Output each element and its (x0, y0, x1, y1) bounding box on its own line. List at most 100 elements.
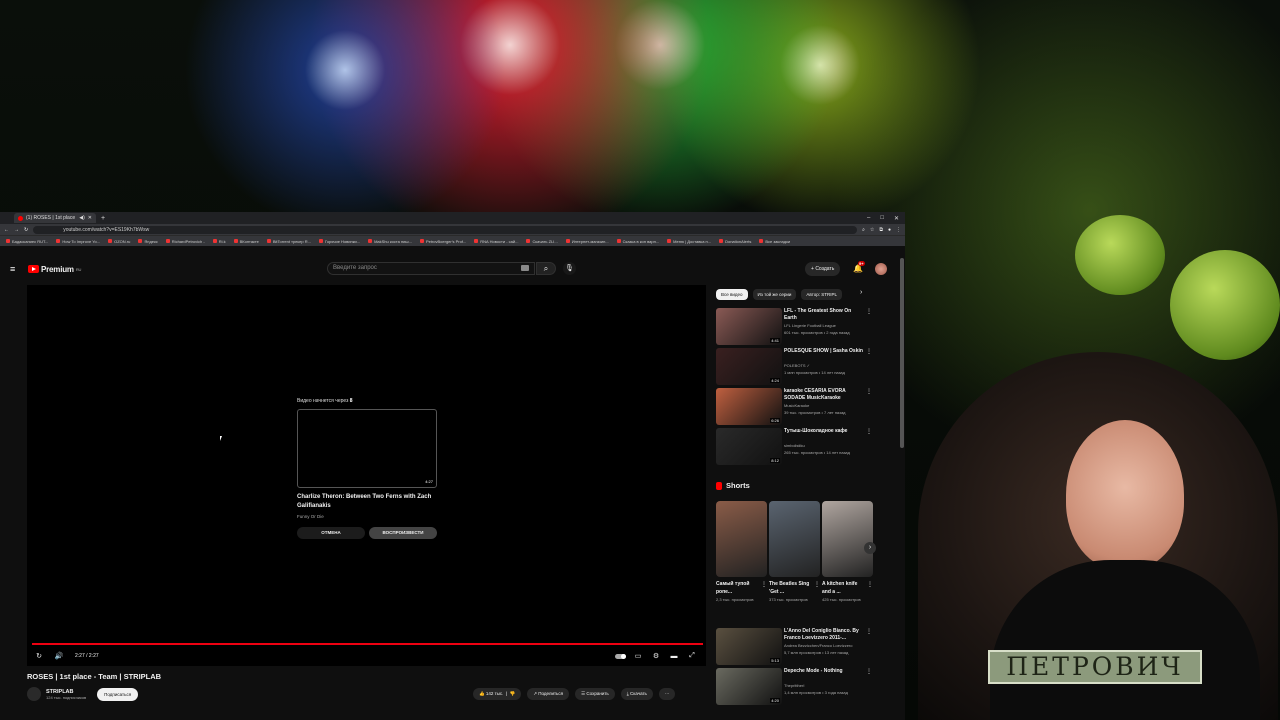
short-title[interactable]: Самый тупой ропе... (716, 580, 760, 596)
tab-close-icon[interactable]: ✕ (88, 215, 92, 221)
video-title[interactable]: Тутыш-Шоколадное кафе (784, 428, 864, 435)
chips-next-icon[interactable]: › (860, 289, 862, 296)
more-options-icon[interactable]: ⋮ (866, 348, 872, 355)
video-thumbnail[interactable]: 4:24 (716, 348, 782, 385)
more-options-icon[interactable]: ⋮ (866, 428, 872, 435)
more-options-icon[interactable]: ⋮ (866, 308, 872, 315)
recommendation-item[interactable]: 5:13 L'Anno Del Coniglio Bianco. By Franc… (716, 628, 876, 665)
recommendation-item[interactable]: 4:20 Depeche Mode - Nothing TheprittherI 1,… (716, 668, 876, 705)
short-title[interactable]: A kitchen knife and a ... (822, 580, 866, 596)
bookmark-item[interactable]: PetrovBoerger's Prof... (419, 239, 466, 244)
more-options-icon[interactable]: ⋮ (867, 581, 873, 588)
search-input[interactable]: Введите запрос (327, 262, 535, 275)
more-options-icon[interactable]: ⋮ (866, 388, 872, 395)
progress-bar[interactable] (32, 643, 703, 645)
video-title[interactable]: LFL - The Greatest Show On Earth (784, 308, 864, 322)
settings-gear-icon[interactable]: ⚙ (650, 652, 662, 660)
upnext-title[interactable]: Charlize Theron: Between Two Ferns with … (297, 493, 437, 511)
bookmark-star-icon[interactable]: ☆ (870, 227, 874, 233)
hamburger-menu-icon[interactable]: ≡ (10, 265, 18, 274)
profile-icon[interactable]: ● (888, 227, 891, 233)
forward-icon[interactable]: → (14, 227, 19, 233)
maximize-icon[interactable]: □ (880, 215, 884, 222)
filter-chip[interactable]: Все видео (716, 289, 748, 300)
more-actions-icon[interactable]: ⋯ (658, 688, 676, 700)
recommendation-item[interactable]: 6:26 karaoke CESARIA EVORA SODADE MusicKa… (716, 388, 876, 425)
short-thumbnail[interactable] (822, 501, 873, 577)
play-next-button[interactable]: ВОСПРОИЗВЕСТИ (369, 527, 437, 539)
short-thumbnail[interactable] (769, 501, 820, 577)
bookmark-item[interactable]: Горячие Новинки... (318, 239, 360, 244)
recommendation-item[interactable]: 4:41 LFL - The Greatest Show On Earth LFL … (716, 308, 876, 345)
tab-sound-icon[interactable]: ◀) (79, 215, 85, 221)
theater-mode-icon[interactable]: ▬ (668, 653, 680, 660)
bookmark-item[interactable]: Скачать ZLI... (526, 239, 558, 244)
bookmark-item[interactable]: RichardPetrovich - (165, 239, 205, 244)
video-title[interactable]: Depeche Mode - Nothing (784, 668, 864, 675)
short-item[interactable]: Самый тупой ропе... 2,3 тыс. просмотров ⋮ (716, 501, 767, 604)
replay-icon[interactable]: ↻ (33, 652, 45, 660)
back-icon[interactable]: ← (4, 227, 9, 233)
youtube-logo[interactable]: Premium RU (28, 265, 81, 274)
filter-chip[interactable]: Автор: STRIPL (801, 289, 842, 300)
video-thumbnail[interactable]: 8:12 (716, 428, 782, 465)
video-title[interactable]: karaoke CESARIA EVORA SODADE MusicKaraok… (784, 388, 864, 402)
create-button[interactable]: + Создать (805, 262, 841, 276)
bookmark-item[interactable]: Яндекс (138, 239, 158, 244)
bookmark-item[interactable]: MakShu коста пиш... (368, 239, 412, 244)
video-title[interactable]: POLESQUE SHOW | Sasha Oskin (784, 348, 864, 355)
short-thumbnail[interactable] (716, 501, 767, 577)
subtitles-icon[interactable]: ▭ (632, 652, 644, 660)
shorts-next-icon[interactable]: › (864, 542, 876, 554)
fullscreen-icon[interactable]: ⤢ (686, 652, 698, 660)
bookmark-item[interactable]: DonationAlerts (719, 239, 751, 244)
account-avatar[interactable] (875, 263, 887, 275)
bookmark-item[interactable]: OZON.ru (108, 239, 130, 244)
video-player[interactable]: Видео начнется через 8 4:27 Charlize The… (27, 285, 706, 666)
reload-icon[interactable]: ↻ (24, 227, 28, 233)
short-title[interactable]: The Beatles Sing 'Get ... (769, 580, 813, 596)
recommendation-item[interactable]: 8:12 Тутыш-Шоколадное кафе simbolistiku 265… (716, 428, 876, 465)
bookmark-item[interactable]: RNA Новости - сай... (474, 239, 518, 244)
bookmark-item[interactable]: Интернет-магазин... (565, 239, 609, 244)
browser-tab[interactable]: (1) ROSES | 1st place - Team ◀) ✕ (14, 213, 96, 223)
bookmark-item[interactable]: Все закладки (759, 239, 790, 244)
save-button[interactable]: ☰ Сохранить (575, 688, 615, 700)
volume-icon[interactable]: 🔊 (53, 652, 65, 660)
bookmark-item[interactable]: Меню | Доставка н... (667, 239, 711, 244)
zoom-icon[interactable]: ⌕ (862, 227, 865, 233)
minimize-icon[interactable]: – (867, 215, 870, 222)
menu-icon[interactable]: ⋮ (896, 227, 901, 233)
filter-chip[interactable]: Из той же серии (752, 289, 797, 300)
upnext-thumbnail[interactable]: 4:27 (297, 409, 437, 488)
bookmark-item[interactable]: How To Improve Yo... (56, 239, 100, 244)
video-thumbnail[interactable]: 4:20 (716, 668, 782, 705)
more-options-icon[interactable]: ⋮ (814, 581, 820, 588)
video-thumbnail[interactable]: 4:41 (716, 308, 782, 345)
search-button[interactable]: ⌕ (536, 262, 556, 275)
page-scrollbar[interactable] (900, 258, 904, 448)
more-options-icon[interactable]: ⋮ (761, 581, 767, 588)
extensions-icon[interactable]: ⧉ (879, 227, 883, 233)
more-options-icon[interactable]: ⋮ (866, 668, 872, 675)
dislike-icon[interactable]: 👎 (510, 691, 516, 696)
close-window-icon[interactable]: ✕ (894, 215, 899, 222)
bookmark-item[interactable]: BitTorrent трекер R... (266, 239, 311, 244)
voice-search-button[interactable]: 🎙 (563, 262, 576, 275)
video-thumbnail[interactable]: 6:26 (716, 388, 782, 425)
download-button[interactable]: ⤓ Скачать (620, 688, 653, 700)
notifications-button[interactable]: 🔔 9+ (853, 261, 865, 273)
subscribe-button[interactable]: Подписаться (97, 687, 139, 701)
short-item[interactable]: The Beatles Sing 'Get ... 373 тыс. просмо… (769, 501, 820, 604)
cancel-autoplay-button[interactable]: ОТМЕНА (297, 527, 365, 539)
more-options-icon[interactable]: ⋮ (866, 628, 872, 635)
video-thumbnail[interactable]: 5:13 (716, 628, 782, 665)
bookmark-item[interactable]: Сказка в кон варн... (616, 239, 659, 244)
bookmark-item[interactable]: ВКонтакте (233, 239, 259, 244)
recommendation-item[interactable]: 4:24 POLESQUE SHOW | Sasha Oskin POLEBOTS … (716, 348, 876, 385)
url-input[interactable]: youtube.com/watch?v=ES19Kh7bWsw (33, 225, 858, 234)
bookmark-item[interactable]: Ri.k (212, 239, 226, 244)
autoplay-toggle[interactable] (615, 653, 626, 659)
share-button[interactable]: ↗ Поделиться (527, 688, 570, 700)
video-title[interactable]: L'Anno Del Coniglio Bianco. By Franco Lo… (784, 628, 864, 642)
